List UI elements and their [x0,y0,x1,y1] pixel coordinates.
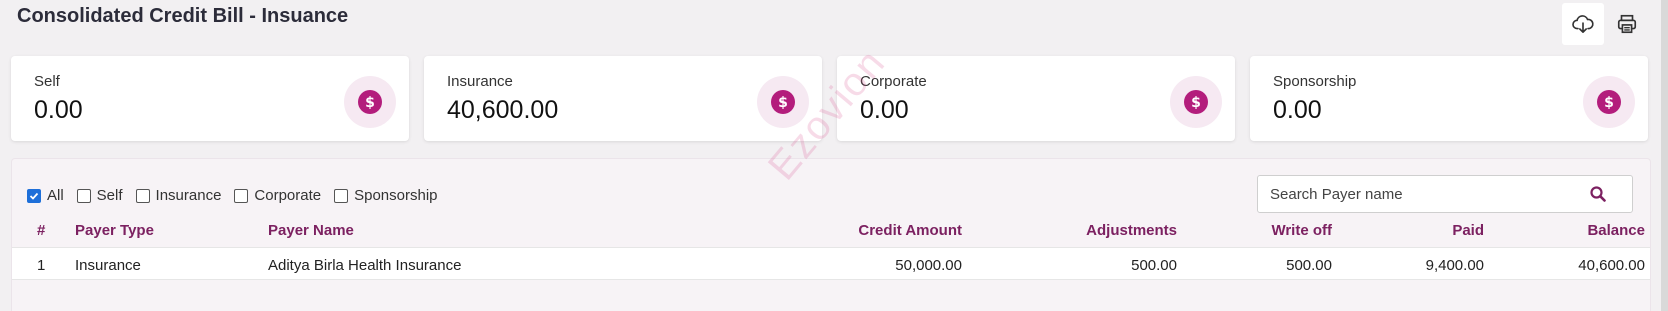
card-label: Corporate [860,73,927,90]
filter-sponsorship[interactable]: Sponsorship [334,187,438,204]
card-label: Sponsorship [1273,73,1357,90]
search-payer-box [1257,175,1633,213]
column-header-credit-amount: Credit Amount [858,222,962,239]
filter-all[interactable]: All [27,187,64,204]
column-header-index: # [37,222,46,239]
print-button[interactable] [1606,3,1648,45]
cell-payer-type: Insurance [75,257,141,274]
card-value: 0.00 [1273,96,1322,124]
table-row[interactable]: 1 Insurance Aditya Birla Health Insuranc… [12,247,1650,280]
filter-corporate[interactable]: Corporate [234,187,321,204]
top-actions [1562,3,1648,45]
cell-adjustments: 500.00 [1131,257,1177,274]
cell-credit-amount: 50,000.00 [895,257,962,274]
filter-label: Self [96,187,123,204]
cell-balance: 40,600.00 [1578,257,1645,274]
page-title: Consolidated Credit Bill - Insuance [17,5,349,27]
payer-type-filters: All Self Insurance Corporate Sponsorship [27,187,438,204]
search-icon[interactable] [1590,186,1606,207]
filter-label: Sponsorship [354,187,438,204]
column-header-write-off: Write off [1271,222,1332,239]
download-button[interactable] [1562,3,1604,45]
checkbox-icon[interactable] [76,188,91,203]
filter-label: Insurance [155,187,222,204]
cell-payer-name: Aditya Birla Health Insurance [268,257,462,274]
svg-text:$: $ [1191,95,1201,110]
column-header-payer-type: Payer Type [75,222,154,239]
card-label: Insurance [447,73,513,90]
download-cloud-icon [1572,15,1594,33]
dollar-coin-icon: $ [1170,76,1222,128]
page-scrollbar[interactable] [1661,0,1668,311]
dollar-coin-icon: $ [344,76,396,128]
svg-text:$: $ [365,95,375,110]
card-label: Self [34,73,60,90]
summary-cards: Self 0.00 $ Insurance 40,600.00 $ Corpor… [11,56,1648,141]
credit-bill-panel: All Self Insurance Corporate Sponsorship [11,158,1651,311]
summary-card-corporate: Corporate 0.00 $ [837,56,1235,141]
column-header-balance: Balance [1587,222,1645,239]
svg-text:$: $ [778,95,788,110]
printer-icon [1617,14,1637,34]
cell-paid: 9,400.00 [1425,257,1484,274]
card-value: 40,600.00 [447,96,559,124]
filter-insurance[interactable]: Insurance [135,187,222,204]
table-header: # Payer Type Payer Name Credit Amount Ad… [12,219,1650,247]
column-header-adjustments: Adjustments [1086,222,1177,239]
dollar-coin-icon: $ [1583,76,1635,128]
dollar-coin-icon: $ [757,76,809,128]
column-header-paid: Paid [1452,222,1484,239]
filter-self[interactable]: Self [76,187,123,204]
card-value: 0.00 [860,96,909,124]
summary-card-self: Self 0.00 $ [11,56,409,141]
checkbox-icon[interactable] [234,188,249,203]
checkbox-icon[interactable] [135,188,150,203]
checkbox-checked-icon[interactable] [27,188,41,203]
svg-text:$: $ [1604,95,1614,110]
cell-index: 1 [37,257,46,274]
filter-label: Corporate [254,187,322,204]
column-header-payer-name: Payer Name [268,222,354,239]
checkbox-icon[interactable] [334,188,349,203]
filter-label: All [47,187,64,204]
search-payer-input[interactable] [1258,176,1578,212]
cell-write-off: 500.00 [1286,257,1332,274]
summary-card-insurance: Insurance 40,600.00 $ [424,56,822,141]
card-value: 0.00 [34,96,83,124]
summary-card-sponsorship: Sponsorship 0.00 $ [1250,56,1648,141]
